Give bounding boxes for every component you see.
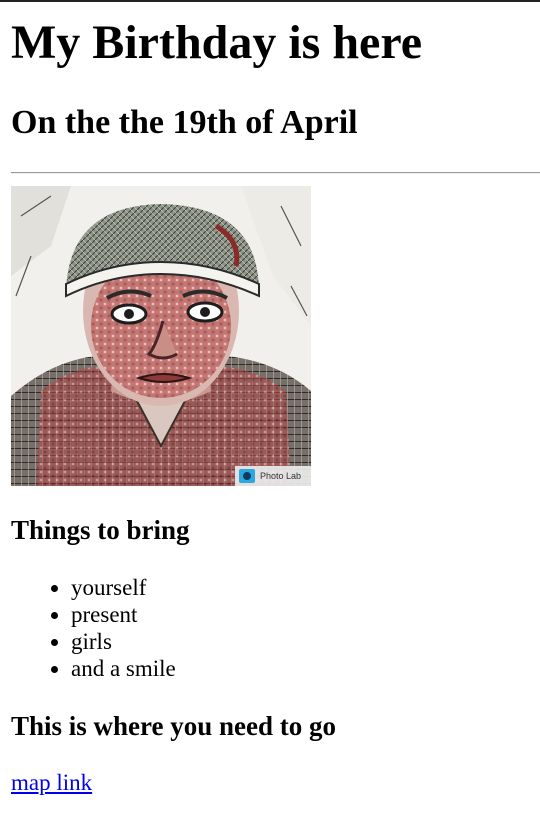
watermark-text: Photo Lab [260, 471, 302, 481]
horizontal-rule [11, 172, 540, 174]
list-item: and a smile [71, 655, 176, 682]
list-item: girls [71, 628, 176, 655]
birthday-photo: Photo Lab [11, 186, 311, 486]
top-border [0, 0, 540, 2]
map-link[interactable]: map link [11, 769, 92, 797]
bring-list: yourself present girls and a smile [11, 574, 176, 682]
list-item: yourself [71, 574, 176, 601]
portrait-illustration [11, 186, 311, 486]
list-item: present [71, 601, 176, 628]
photo-watermark: Photo Lab [235, 466, 311, 486]
directions-heading: This is where you need to go [11, 711, 337, 741]
photo-lab-logo-icon [239, 469, 255, 483]
things-to-bring-heading: Things to bring [11, 515, 190, 545]
date-subtitle: On the the 19th of April [11, 104, 358, 141]
page-title: My Birthday is here [11, 16, 423, 69]
